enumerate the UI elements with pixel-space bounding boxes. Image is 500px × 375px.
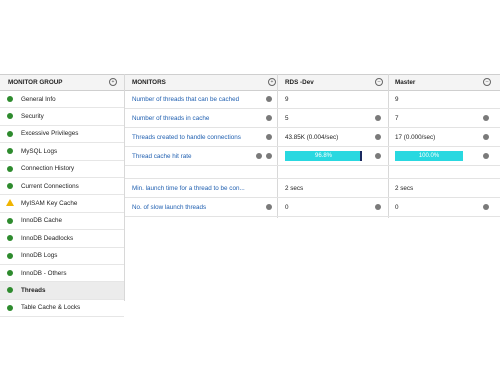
- sidebar-item-label: Threads: [21, 286, 46, 294]
- monitor-name-link[interactable]: Threads created to handle connections: [132, 134, 241, 141]
- sidebar-item-table-cache-locks[interactable]: Table Cache & Locks: [0, 300, 124, 318]
- chart-icon[interactable]: [375, 204, 381, 210]
- server1-value: 2 secs: [285, 185, 304, 192]
- sidebar-item-innodb-logs[interactable]: InnoDB Logs: [0, 248, 124, 265]
- sidebar-item-label: MyISAM Key Cache: [21, 199, 78, 207]
- sidebar-item-threads[interactable]: Threads: [0, 282, 124, 300]
- chart-icon[interactable]: [483, 115, 489, 121]
- sidebar-item-label: Table Cache & Locks: [21, 304, 81, 312]
- info-icon[interactable]: [266, 204, 272, 210]
- sidebar-item-security[interactable]: Security: [0, 108, 124, 126]
- status-ok-icon: [7, 269, 13, 276]
- chart-icon[interactable]: [483, 134, 489, 140]
- monitor-name-link[interactable]: No. of slow launch threads: [132, 204, 206, 211]
- monitor-name-link[interactable]: Min. launch time for a thread to be con.…: [132, 185, 245, 192]
- status-ok-icon: [7, 96, 13, 102]
- sidebar-item-label: General Info: [21, 95, 56, 103]
- sidebar-item-general-info[interactable]: General Info: [0, 91, 124, 109]
- add-group-icon[interactable]: +: [109, 78, 117, 86]
- info-icon[interactable]: [256, 153, 262, 159]
- table-row: Thread cache hit rate 96.8% 100.0%: [125, 147, 500, 166]
- info-icon[interactable]: [266, 134, 272, 140]
- chart-icon[interactable]: [375, 153, 381, 159]
- sidebar-item-current-connections[interactable]: Current Connections: [0, 178, 124, 196]
- sidebar-item-myisam-key-cache[interactable]: MyISAM Key Cache: [0, 195, 124, 213]
- server2-menu-icon[interactable]: –: [483, 78, 491, 86]
- sidebar-item-innodb-deadlocks[interactable]: InnoDB Deadlocks: [0, 230, 124, 248]
- server2-value: 0: [395, 204, 399, 211]
- server1-value: 43.85K (0.004/sec): [285, 134, 339, 141]
- status-ok-icon: [7, 217, 13, 224]
- table-row: Number of threads in cache 5 7: [125, 109, 500, 128]
- chart-icon[interactable]: [483, 204, 489, 210]
- info-icon[interactable]: [266, 115, 272, 121]
- table-row: Threads created to handle connections 43…: [125, 128, 500, 147]
- status-ok-icon: [7, 130, 13, 137]
- sidebar-item-label: InnoDB Cache: [21, 217, 62, 225]
- status-ok-icon: [7, 113, 13, 120]
- info-icon[interactable]: [266, 96, 272, 102]
- server1-value: 5: [285, 115, 289, 122]
- server1-progress-label: 96.8%: [314, 153, 332, 159]
- sidebar-item-excessive-privileges[interactable]: Excessive Privileges: [0, 126, 124, 144]
- sidebar-item-label: InnoDB Logs: [21, 252, 58, 260]
- status-ok-icon: [7, 148, 13, 155]
- server1-value: 9: [285, 96, 289, 103]
- server1-column-header: RDS -Dev: [285, 79, 314, 86]
- server2-value: 17 (0.000/sec): [395, 134, 436, 141]
- warning-icon: [6, 199, 14, 207]
- monitor-name-link[interactable]: Number of threads that can be cached: [132, 96, 239, 103]
- sidebar-item-label: Current Connections: [21, 182, 79, 190]
- monitors-table: MONITORS + RDS -Dev – Master – Number of…: [125, 74, 500, 301]
- server1-progress-bar: 96.8%: [285, 151, 362, 161]
- chart-icon[interactable]: [266, 153, 272, 159]
- monitor-frame: MONITOR GROUP + General Info Security Ex…: [0, 74, 500, 318]
- table-row: Number of threads that can be cached 9 9: [125, 90, 500, 109]
- sidebar-item-innodb-cache[interactable]: InnoDB Cache: [0, 213, 124, 231]
- progress-marker: [360, 151, 362, 161]
- spacer-row: [125, 166, 500, 179]
- add-monitor-icon[interactable]: +: [268, 78, 276, 86]
- status-ok-icon: [7, 252, 13, 259]
- sidebar-item-label: InnoDB Deadlocks: [21, 234, 74, 242]
- sidebar-item-innodb-others[interactable]: InnoDB - Others: [0, 265, 124, 283]
- sidebar-item-label: MySQL Logs: [21, 147, 58, 155]
- table-header: MONITORS + RDS -Dev – Master –: [125, 74, 500, 91]
- server2-value: 2 secs: [395, 185, 414, 192]
- server2-column-header: Master: [395, 79, 416, 86]
- chart-icon[interactable]: [375, 134, 381, 140]
- sidebar-item-label: InnoDB - Others: [21, 269, 67, 277]
- status-ok-icon: [7, 182, 13, 189]
- monitor-name-link[interactable]: Number of threads in cache: [132, 115, 209, 122]
- table-row: Min. launch time for a thread to be con.…: [125, 179, 500, 198]
- monitor-group-header: MONITOR GROUP +: [0, 74, 124, 91]
- chart-icon[interactable]: [483, 153, 489, 159]
- status-ok-icon: [7, 304, 13, 311]
- sidebar-item-label: Excessive Privileges: [21, 130, 79, 138]
- sidebar-item-label: Connection History: [21, 165, 75, 173]
- status-ok-icon: [7, 235, 13, 242]
- server2-progress-bar: 100.0%: [395, 151, 463, 161]
- server2-value: 7: [395, 115, 399, 122]
- chart-icon[interactable]: [375, 115, 381, 121]
- monitor-group-title: MONITOR GROUP: [8, 79, 63, 86]
- status-ok-icon: [7, 287, 13, 294]
- sidebar-item-mysql-logs[interactable]: MySQL Logs: [0, 143, 124, 161]
- server1-menu-icon[interactable]: –: [375, 78, 383, 86]
- status-ok-icon: [7, 165, 13, 172]
- monitors-column-header: MONITORS: [132, 79, 166, 86]
- monitor-group-panel: MONITOR GROUP + General Info Security Ex…: [0, 74, 125, 318]
- server2-value: 9: [395, 96, 399, 103]
- server2-progress-label: 100.0%: [418, 153, 440, 159]
- monitor-name-link[interactable]: Thread cache hit rate: [132, 153, 192, 160]
- server1-value: 0: [285, 204, 289, 211]
- sidebar-item-connection-history[interactable]: Connection History: [0, 161, 124, 178]
- table-row: No. of slow launch threads 0 0: [125, 198, 500, 217]
- sidebar-item-label: Security: [21, 112, 44, 120]
